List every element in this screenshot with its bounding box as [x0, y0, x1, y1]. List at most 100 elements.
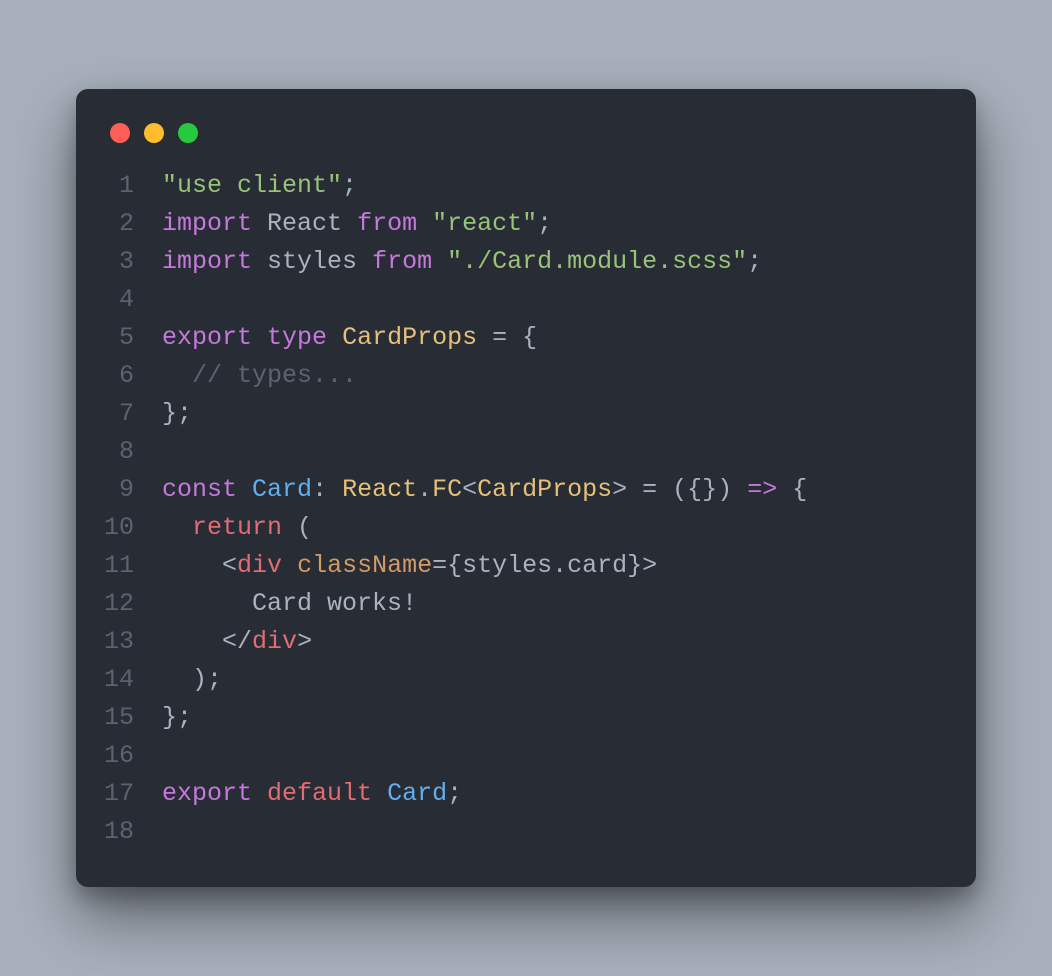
code-token: {: [777, 475, 807, 504]
code-token: [432, 247, 447, 276]
code-token: :: [312, 475, 342, 504]
code-token: ;: [447, 779, 462, 808]
line-number: 18: [104, 813, 134, 851]
code-line[interactable]: // types...: [162, 357, 807, 395]
code-token: [417, 209, 432, 238]
code-token: </: [222, 627, 252, 656]
code-token: ;: [342, 171, 357, 200]
line-number: 10: [104, 509, 134, 547]
code-token: const: [162, 475, 237, 504]
code-token: ;: [537, 209, 552, 238]
code-token: ;: [747, 247, 762, 276]
code-token: export: [162, 779, 252, 808]
code-line[interactable]: [162, 737, 807, 775]
code-token: styles: [252, 247, 372, 276]
code-token: [327, 323, 342, 352]
code-token: "./Card.module.scss": [447, 247, 747, 276]
line-number: 5: [104, 319, 134, 357]
code-token: [162, 551, 222, 580]
code-line[interactable]: };: [162, 699, 807, 737]
code-token: return: [192, 513, 282, 542]
code-token: [372, 779, 387, 808]
code-content[interactable]: "use client";import React from "react";i…: [162, 167, 807, 851]
code-token: (: [282, 513, 312, 542]
code-line[interactable]: export type CardProps = {: [162, 319, 807, 357]
line-number: 9: [104, 471, 134, 509]
code-token: import: [162, 209, 252, 238]
code-token: div: [237, 551, 282, 580]
code-token: from: [357, 209, 417, 238]
code-token: export: [162, 323, 252, 352]
code-line[interactable]: [162, 813, 807, 851]
code-token: [237, 475, 252, 504]
code-token: >: [297, 627, 312, 656]
code-token: Card: [387, 779, 447, 808]
line-number: 14: [104, 661, 134, 699]
code-token: Card works!: [162, 589, 417, 618]
code-token: [252, 779, 267, 808]
line-number: 8: [104, 433, 134, 471]
code-token: [162, 627, 222, 656]
code-token: };: [162, 399, 192, 428]
code-token: CardProps: [477, 475, 612, 504]
line-number: 16: [104, 737, 134, 775]
line-number: 2: [104, 205, 134, 243]
code-token: className: [297, 551, 432, 580]
code-token: "use client": [162, 171, 342, 200]
code-token: >: [642, 551, 657, 580]
code-token: React: [342, 475, 417, 504]
line-number: 4: [104, 281, 134, 319]
code-token: <: [462, 475, 477, 504]
line-number: 3: [104, 243, 134, 281]
code-token: .: [417, 475, 432, 504]
line-number: 1: [104, 167, 134, 205]
editor-window: 123456789101112131415161718 "use client"…: [76, 89, 976, 887]
line-number: 17: [104, 775, 134, 813]
line-number: 13: [104, 623, 134, 661]
line-number-gutter: 123456789101112131415161718: [104, 167, 162, 851]
code-line[interactable]: import styles from "./Card.module.scss";: [162, 243, 807, 281]
window-titlebar: [104, 113, 948, 167]
code-line[interactable]: const Card: React.FC<CardProps> = ({}) =…: [162, 471, 807, 509]
code-line[interactable]: };: [162, 395, 807, 433]
code-token: [282, 551, 297, 580]
code-token: [252, 323, 267, 352]
line-number: 11: [104, 547, 134, 585]
close-icon[interactable]: [110, 123, 130, 143]
code-line[interactable]: );: [162, 661, 807, 699]
code-token: <: [222, 551, 237, 580]
code-line[interactable]: return (: [162, 509, 807, 547]
code-token: import: [162, 247, 252, 276]
line-number: 12: [104, 585, 134, 623]
code-line[interactable]: export default Card;: [162, 775, 807, 813]
minimize-icon[interactable]: [144, 123, 164, 143]
code-token: );: [162, 665, 222, 694]
code-token: FC: [432, 475, 462, 504]
code-token: // types...: [192, 361, 357, 390]
code-token: };: [162, 703, 192, 732]
code-token: =>: [747, 475, 777, 504]
code-token: ={styles.card}: [432, 551, 642, 580]
code-line[interactable]: "use client";: [162, 167, 807, 205]
code-token: [162, 513, 192, 542]
code-token: from: [372, 247, 432, 276]
code-token: CardProps: [342, 323, 477, 352]
code-line[interactable]: import React from "react";: [162, 205, 807, 243]
code-line[interactable]: [162, 281, 807, 319]
code-line[interactable]: [162, 433, 807, 471]
code-token: Card: [252, 475, 312, 504]
code-token: "react": [432, 209, 537, 238]
code-token: = {: [477, 323, 537, 352]
code-line[interactable]: Card works!: [162, 585, 807, 623]
zoom-icon[interactable]: [178, 123, 198, 143]
code-line[interactable]: </div>: [162, 623, 807, 661]
code-token: [162, 361, 192, 390]
line-number: 15: [104, 699, 134, 737]
line-number: 6: [104, 357, 134, 395]
code-token: > = ({}): [612, 475, 747, 504]
code-token: div: [252, 627, 297, 656]
code-editor[interactable]: 123456789101112131415161718 "use client"…: [104, 167, 948, 851]
code-token: React: [252, 209, 357, 238]
code-line[interactable]: <div className={styles.card}>: [162, 547, 807, 585]
line-number: 7: [104, 395, 134, 433]
